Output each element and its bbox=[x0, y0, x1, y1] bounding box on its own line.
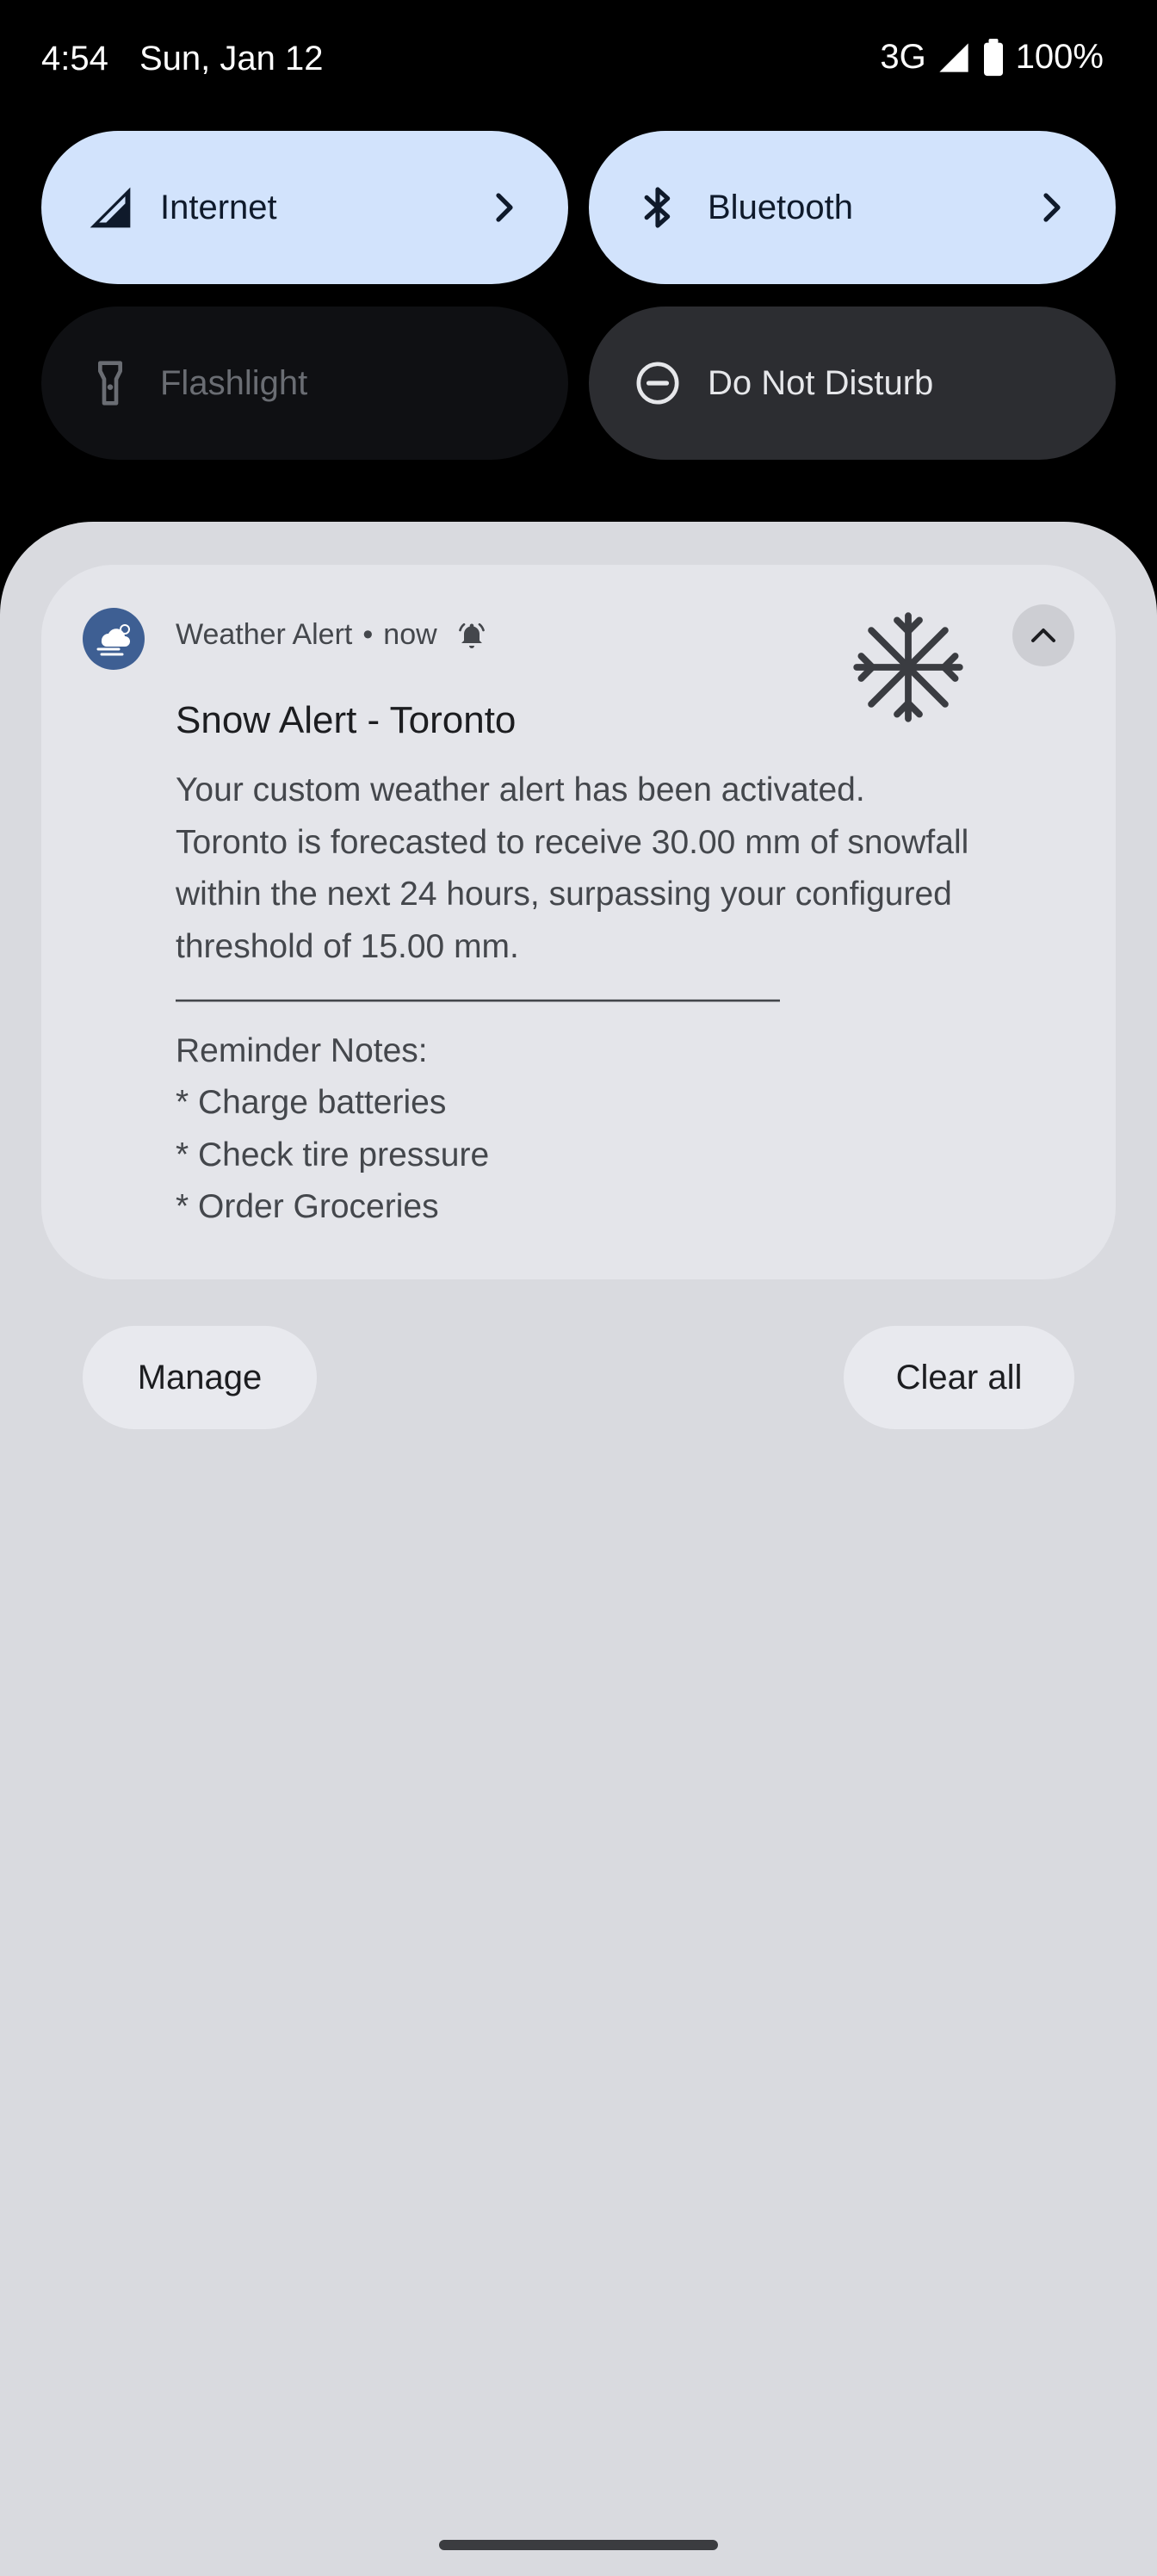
notification-separator: • bbox=[362, 618, 374, 651]
status-date: Sun, Jan 12 bbox=[139, 40, 324, 77]
collapse-button[interactable] bbox=[1012, 604, 1074, 666]
chevron-right-icon bbox=[1043, 193, 1061, 222]
tile-flashlight-label: Flashlight bbox=[160, 363, 308, 402]
battery-icon bbox=[983, 38, 1003, 76]
tile-bluetooth[interactable]: Bluetooth bbox=[589, 131, 1116, 284]
tile-flashlight[interactable]: Flashlight bbox=[41, 307, 568, 460]
tile-bluetooth-label: Bluetooth bbox=[708, 188, 854, 226]
status-time: 4:54 bbox=[41, 40, 108, 77]
notification-title: Snow Alert - Toronto bbox=[176, 699, 517, 741]
notification-body: Your custom weather alert has been activ… bbox=[176, 765, 1071, 1234]
screen: 4:54 Sun, Jan 12 3G 100% Internet Blueto… bbox=[0, 0, 1157, 2576]
body-line: * Order Groceries bbox=[176, 1188, 439, 1225]
snowflake-icon bbox=[853, 612, 963, 722]
body-divider: —————————————————— bbox=[176, 980, 780, 1017]
tile-do-not-disturb[interactable]: Do Not Disturb bbox=[589, 307, 1116, 460]
chevron-up-icon bbox=[1031, 629, 1055, 642]
notification-time: now bbox=[383, 618, 437, 651]
tile-do-not-disturb-label: Do Not Disturb bbox=[708, 363, 934, 402]
network-type: 3G bbox=[880, 38, 926, 76]
bell-icon bbox=[458, 622, 485, 648]
status-bar: 4:54 Sun, Jan 12 3G 100% bbox=[0, 0, 1157, 121]
tile-internet[interactable]: Internet bbox=[41, 131, 568, 284]
battery-level: 100% bbox=[1015, 38, 1104, 76]
clear-all-button[interactable]: Clear all bbox=[844, 1326, 1074, 1429]
weather-app-icon bbox=[83, 608, 145, 670]
signal-icon bbox=[939, 42, 968, 72]
navigation-handle[interactable] bbox=[439, 2540, 718, 2550]
do-not-disturb-icon bbox=[636, 362, 679, 405]
manage-button[interactable]: Manage bbox=[83, 1326, 317, 1429]
tile-internet-label: Internet bbox=[160, 188, 277, 226]
body-line: Toronto is forecasted to receive 30.00 m… bbox=[176, 823, 969, 861]
signal-icon bbox=[90, 187, 131, 228]
status-icons: 3G 100% bbox=[880, 38, 1104, 77]
chevron-right-icon bbox=[496, 193, 513, 222]
flashlight-icon bbox=[98, 361, 123, 406]
notification-header: Weather Alert • now bbox=[176, 618, 487, 652]
body-line: Reminder Notes: bbox=[176, 1031, 428, 1069]
notification-app-name: Weather Alert bbox=[176, 618, 353, 651]
body-line: threshold of 15.00 mm. bbox=[176, 927, 519, 965]
bluetooth-icon bbox=[644, 187, 671, 228]
body-line: Your custom weather alert has been activ… bbox=[176, 771, 865, 808]
body-line: * Charge batteries bbox=[176, 1084, 447, 1121]
body-line: * Check tire pressure bbox=[176, 1136, 490, 1173]
body-line: within the next 24 hours, surpassing you… bbox=[176, 876, 952, 913]
